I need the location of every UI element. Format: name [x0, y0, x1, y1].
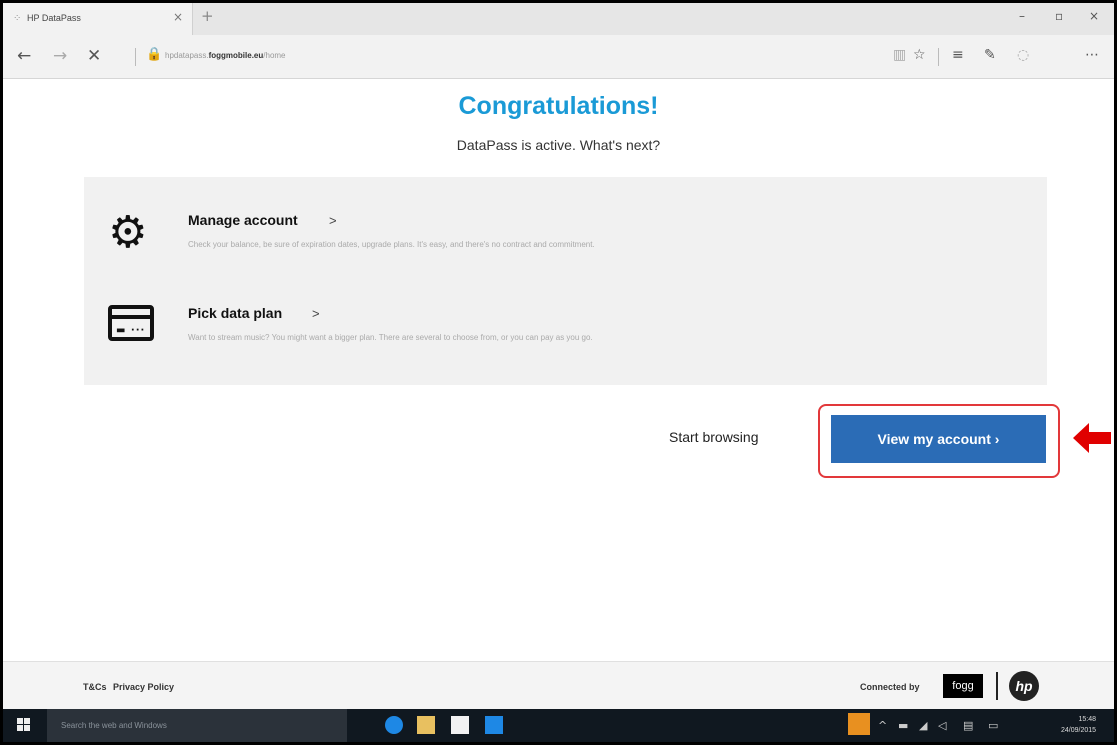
pick-data-plan-link[interactable]: Pick data plan — [188, 305, 282, 321]
chevron-right-icon: > — [329, 213, 337, 228]
fogg-logo: fogg — [943, 674, 983, 698]
back-icon[interactable]: ← — [17, 46, 31, 66]
chevron-right-icon: > — [312, 306, 320, 321]
web-note-icon[interactable]: ✎ — [984, 47, 996, 63]
tab-title: HP DataPass — [27, 13, 81, 23]
clock-time: 15:48 — [1078, 716, 1097, 723]
clock-date: 24/09/2015 — [1061, 727, 1097, 734]
file-explorer-icon[interactable] — [417, 716, 435, 734]
keyboard-icon[interactable]: ▭ — [988, 719, 998, 732]
red-arrow-icon — [1073, 423, 1111, 453]
favorite-star-icon[interactable]: ☆ — [913, 47, 926, 63]
tab-close-icon[interactable]: × — [173, 10, 183, 24]
privacy-policy-link[interactable]: Privacy Policy — [113, 682, 174, 692]
battery-icon[interactable]: ▬ — [898, 719, 908, 732]
page-footer: T&Cs Privacy Policy Connected by fogg hp — [3, 661, 1114, 709]
maximize-button[interactable]: ▫ — [1055, 9, 1063, 23]
windows-start-button[interactable] — [17, 718, 31, 732]
settings-app-icon[interactable] — [485, 716, 503, 734]
manage-account-description: Check your balance, be sure of expiratio… — [188, 240, 595, 249]
more-icon[interactable]: ⋯ — [1085, 47, 1099, 63]
taskbar-clock[interactable]: 15:48 24/09/2015 — [1061, 714, 1096, 736]
volume-icon[interactable]: ◁ — [938, 719, 946, 732]
manage-account-link[interactable]: Manage account — [188, 212, 298, 228]
windows-taskbar: Search the web and Windows ^ ▬ ◢ ◁ ▤ ▭ 1… — [3, 709, 1114, 742]
start-browsing-link[interactable]: Start browsing — [669, 429, 758, 445]
chevron-up-icon[interactable]: ^ — [878, 719, 887, 732]
view-my-account-button[interactable]: View my account › — [831, 415, 1046, 463]
page-title: Congratulations! — [458, 92, 659, 120]
page-content: Congratulations! DataPass is active. Wha… — [3, 80, 1114, 709]
pick-data-plan-description: Want to stream music? You might want a b… — [188, 333, 593, 342]
stop-icon[interactable]: ✕ — [87, 46, 101, 66]
new-tab-button[interactable]: + — [201, 7, 214, 25]
hub-icon[interactable]: ≡ — [952, 47, 964, 63]
hp-logo: hp — [1009, 671, 1039, 701]
lock-icon: 🔒 — [146, 47, 163, 62]
screenshot-frame: ⁘ HP DataPass × + – ▫ × ← → ✕ 🔒 hpdatapa… — [3, 3, 1114, 742]
reading-view-icon[interactable]: ▥ — [893, 47, 906, 63]
close-window-button[interactable]: × — [1089, 9, 1099, 23]
forward-icon[interactable]: → — [53, 46, 67, 66]
divider — [938, 48, 939, 66]
divider — [996, 672, 998, 700]
terms-link[interactable]: T&Cs — [83, 682, 107, 692]
wifi-icon[interactable]: ◢ — [919, 719, 927, 732]
edge-app-icon[interactable] — [385, 716, 403, 734]
action-center-icon[interactable]: ▤ — [963, 719, 973, 732]
address-bar: ← → ✕ 🔒 hpdatapass.foggmobile.eu/home ▥ … — [3, 35, 1114, 79]
gear-icon: ⚙ — [108, 207, 148, 258]
connected-by-label: Connected by — [860, 682, 920, 692]
notification-app-icon[interactable] — [848, 713, 870, 735]
loading-icon: ⁘ — [13, 13, 22, 24]
credit-card-icon: ▬ ··· — [108, 305, 154, 341]
minimize-button[interactable]: – — [1019, 9, 1025, 23]
search-placeholder: Search the web and Windows — [61, 721, 167, 730]
page-subtitle: DataPass is active. What's next? — [456, 137, 661, 153]
next-steps-panel: ⚙ Manage account > Check your balance, b… — [84, 177, 1047, 385]
taskbar-search-box[interactable]: Search the web and Windows — [47, 709, 347, 742]
url-field[interactable]: hpdatapass.foggmobile.eu/home — [165, 51, 286, 60]
share-icon[interactable]: ◌ — [1017, 47, 1029, 63]
title-bar: ⁘ HP DataPass × + – ▫ × — [3, 3, 1114, 35]
browser-tab[interactable]: ⁘ HP DataPass × — [3, 3, 193, 35]
divider — [135, 48, 136, 66]
store-icon[interactable] — [451, 716, 469, 734]
